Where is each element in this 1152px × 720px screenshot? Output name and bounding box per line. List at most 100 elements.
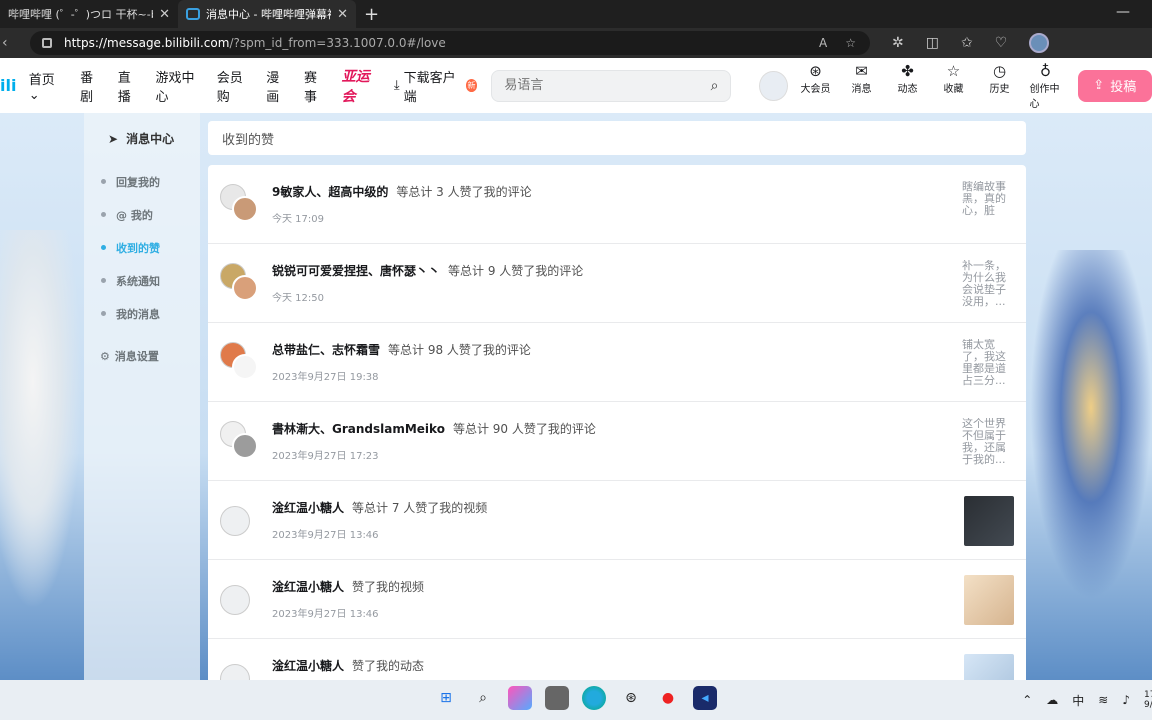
nav-messages[interactable]: ✉ 消息 xyxy=(846,62,878,110)
list-item[interactable]: 淦红温小糖人 赞了我的视频 2023年9月27日 13:46 xyxy=(208,560,1026,639)
download-client-link[interactable]: ⤓ 下载客户端 新 xyxy=(394,67,478,105)
video-thumbnail[interactable] xyxy=(964,575,1014,625)
sidebar-title: ➤ 消息中心 xyxy=(108,131,175,147)
record-icon[interactable]: ● xyxy=(656,686,680,710)
search-input[interactable] xyxy=(504,78,711,93)
lock-icon xyxy=(42,38,52,48)
avatar-stack[interactable] xyxy=(220,579,264,623)
liked-content-preview[interactable]: 这个世界不但属于我，还属于我的... xyxy=(962,418,1014,468)
cloud-icon[interactable]: ☁ xyxy=(1046,693,1058,707)
like-time: 2023年9月27日 13:46 xyxy=(272,609,379,620)
liker-names[interactable]: 淦红温小糖人 xyxy=(272,580,344,594)
liked-content-preview[interactable]: 铺太宽了，我这里都是道占三分... xyxy=(962,339,1014,389)
nav-dynamic[interactable]: ✤ 动态 xyxy=(892,62,924,110)
avatar xyxy=(232,196,258,222)
nav-live[interactable]: 直播 xyxy=(118,67,142,105)
dynamic-icon: ✤ xyxy=(901,61,914,80)
list-item[interactable]: 总带盐仁、志怀霜雪 等总计 98 人赞了我的评论 2023年9月27日 19:38… xyxy=(208,323,1026,402)
like-time: 2023年9月27日 13:46 xyxy=(272,530,379,541)
nav-history[interactable]: ◷ 历史 xyxy=(984,62,1016,110)
system-clock[interactable]: 179/ xyxy=(1144,690,1152,710)
liker-names[interactable]: 淦红温小糖人 xyxy=(272,659,344,673)
liker-names[interactable]: 锐锐可可爱爱捏捏、唐怀瑟丶丶 xyxy=(272,264,440,278)
bilibili-app-icon[interactable]: ◂ xyxy=(693,686,717,710)
avatar-stack[interactable] xyxy=(220,184,264,228)
bilibili-logo[interactable]: ili xyxy=(0,76,17,95)
liker-names[interactable]: 总带盐仁、志怀霜雪 xyxy=(272,343,380,357)
nav-member-shop[interactable]: 会员购 xyxy=(217,67,253,105)
read-aloud-icon[interactable]: A xyxy=(819,36,827,50)
edge-browser-icon[interactable] xyxy=(582,686,606,710)
favorites-icon[interactable]: ✩ xyxy=(961,35,973,51)
sidebar-item-mentions[interactable]: @ 我的 xyxy=(101,198,200,231)
windows-start-icon[interactable]: ⊞ xyxy=(434,686,458,710)
extensions-icon[interactable]: ✲ xyxy=(892,35,904,51)
profile-avatar[interactable] xyxy=(1029,33,1050,53)
list-item[interactable]: 淦红温小糖人 等总计 7 人赞了我的视频 2023年9月27日 13:46 xyxy=(208,481,1026,560)
nav-events[interactable]: 赛事 xyxy=(304,67,328,105)
nav-anime[interactable]: 番剧 xyxy=(80,67,104,105)
copilot-icon[interactable] xyxy=(508,686,532,710)
like-description: 赞了我的视频 xyxy=(352,580,425,594)
avatar-stack[interactable] xyxy=(220,421,264,465)
sidebar-item-system-notice[interactable]: 系统通知 xyxy=(101,264,200,297)
avatar-stack[interactable] xyxy=(220,263,264,307)
list-item[interactable]: 9敏家人、超高中级的 等总计 3 人赞了我的评论 今天 17:09 瞎编故事黑，真… xyxy=(208,165,1026,244)
likes-panel: 收到的赞 9敏家人、超高中级的 等总计 3 人赞了我的评论 今天 17:09 瞎编… xyxy=(208,121,1026,718)
nav-favorites[interactable]: ☆ 收藏 xyxy=(938,62,970,110)
wifi-icon[interactable]: ≋ xyxy=(1098,693,1108,707)
url-field[interactable]: https://message.bilibili.com /?spm_id_fr… xyxy=(30,31,870,55)
nav-manga[interactable]: 漫画 xyxy=(266,67,290,105)
paper-plane-icon: ➤ xyxy=(108,131,119,146)
nav-creator-center[interactable]: ♁ 创作中心 xyxy=(1030,62,1062,110)
health-icon[interactable]: ♡ xyxy=(995,35,1008,51)
tab-message-center[interactable]: 消息中心 - 哔哩哔哩弹幕视频网 ✕ xyxy=(178,0,356,28)
creator-icon: ♁ xyxy=(1040,61,1052,80)
nav-home[interactable]: 首页 ⌄ xyxy=(29,69,66,103)
liked-content-preview[interactable]: 瞎编故事黑，真的心，脏 xyxy=(962,181,1014,231)
search-icon[interactable]: ⌕ xyxy=(471,686,495,710)
header-right-nav: ⊛ 大会员 ✉ 消息 ✤ 动态 ☆ 收藏 ◷ 历史 ♁ 创作中心 xyxy=(800,62,1062,110)
avatar xyxy=(232,354,258,380)
like-description: 等总计 7 人赞了我的视频 xyxy=(352,501,488,515)
close-tab-icon[interactable]: ✕ xyxy=(159,7,170,22)
app-icon[interactable]: ⊛ xyxy=(619,686,643,710)
avatar-stack[interactable] xyxy=(220,500,264,544)
split-screen-icon[interactable]: ◫ xyxy=(926,35,939,51)
sidebar-item-my-messages[interactable]: 我的消息 xyxy=(101,297,200,330)
sidebar-item-replies[interactable]: 回复我的 xyxy=(101,165,200,198)
new-tab-button[interactable]: + xyxy=(364,4,379,25)
ime-indicator[interactable]: 中 xyxy=(1072,692,1084,709)
liker-names[interactable]: 書林漸大、GrandslamMeiko xyxy=(272,422,445,436)
favorite-star-icon[interactable]: ☆ xyxy=(845,36,856,50)
nav-game-center[interactable]: 游戏中心 xyxy=(155,67,202,105)
list-item[interactable]: 書林漸大、GrandslamMeiko 等总计 90 人赞了我的评论 2023年9… xyxy=(208,402,1026,481)
avatar-stack[interactable] xyxy=(220,342,264,386)
user-avatar[interactable] xyxy=(759,70,788,101)
liker-names[interactable]: 9敏家人、超高中级的 xyxy=(272,185,388,199)
volume-icon[interactable]: ♪ xyxy=(1122,693,1130,707)
like-description: 赞了我的动态 xyxy=(352,659,425,673)
nav-vip[interactable]: ⊛ 大会员 xyxy=(800,62,832,110)
minimize-button[interactable]: — xyxy=(1116,4,1130,20)
liked-content-preview[interactable]: 补一条，为什么我会说垫子没用，... xyxy=(962,260,1014,310)
sidebar-item-settings[interactable]: ⚙ 消息设置 xyxy=(100,348,200,364)
tab-title: 消息中心 - 哔哩哔哩弹幕视频网 xyxy=(206,8,331,21)
gear-icon: ⚙ xyxy=(100,349,110,363)
tab-bilibili-home[interactable]: 哔哩哔哩 (゜-゜)つロ 干杯~-bilib ✕ xyxy=(0,0,178,28)
search-icon[interactable]: ⌕ xyxy=(711,78,719,94)
chevron-up-icon[interactable]: ⌃ xyxy=(1022,693,1032,707)
message-sidebar: ➤ 消息中心 回复我的 @ 我的 收到的赞 系统通知 我的消息 ⚙ 消息设置 xyxy=(84,113,200,680)
file-explorer-icon[interactable] xyxy=(545,686,569,710)
video-thumbnail[interactable] xyxy=(964,496,1014,546)
avatar xyxy=(220,585,250,615)
sidebar-item-likes[interactable]: 收到的赞 xyxy=(101,231,200,264)
main-nav: 首页 ⌄ 番剧 直播 游戏中心 会员购 漫画 赛事 亚运会 ⤓ 下载客户端 新 xyxy=(29,66,478,106)
upload-button[interactable]: ⇪ 投稿 xyxy=(1077,69,1152,102)
close-tab-icon[interactable]: ✕ xyxy=(337,7,348,22)
liker-names[interactable]: 淦红温小糖人 xyxy=(272,501,344,515)
asian-games-link[interactable]: 亚运会 xyxy=(342,66,380,106)
list-item[interactable]: 锐锐可可爱爱捏捏、唐怀瑟丶丶 等总计 9 人赞了我的评论 今天 12:50 补一条… xyxy=(208,244,1026,323)
back-icon[interactable]: ‹ xyxy=(2,35,20,51)
likes-list: 9敏家人、超高中级的 等总计 3 人赞了我的评论 今天 17:09 瞎编故事黑，真… xyxy=(208,165,1026,718)
